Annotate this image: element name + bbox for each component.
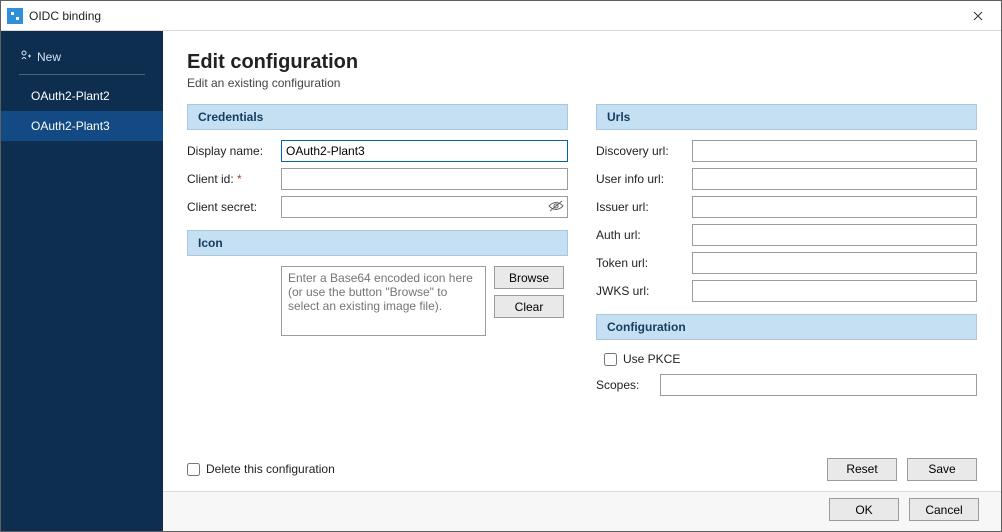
jwks-url-label: JWKS url: xyxy=(596,284,684,298)
sidebar-item-oauth2-plant3[interactable]: OAuth2-Plant3 xyxy=(1,111,163,141)
credentials-section-header: Credentials xyxy=(187,104,568,130)
window-title: OIDC binding xyxy=(29,9,955,23)
jwks-url-input[interactable] xyxy=(692,280,977,302)
new-configuration-button[interactable]: New xyxy=(1,43,163,74)
use-pkce-label: Use PKCE xyxy=(623,352,680,366)
client-secret-wrap xyxy=(281,196,568,218)
scopes-grid: Scopes: xyxy=(596,374,977,396)
scopes-input[interactable] xyxy=(660,374,977,396)
ok-button[interactable]: OK xyxy=(829,498,899,521)
userinfo-url-input[interactable] xyxy=(692,168,977,190)
display-name-label: Display name: xyxy=(187,144,273,158)
delete-config-row: Delete this configuration xyxy=(187,462,335,476)
sidebar-item-label: OAuth2-Plant3 xyxy=(31,119,110,133)
delete-config-label: Delete this configuration xyxy=(206,462,335,476)
auth-url-input[interactable] xyxy=(692,224,977,246)
left-column: Credentials Display name: Client id: * C… xyxy=(187,104,568,396)
window-body: New OAuth2-Plant2 OAuth2-Plant3 Edit con… xyxy=(1,31,1001,531)
discovery-url-input[interactable] xyxy=(692,140,977,162)
client-secret-label: Client secret: xyxy=(187,200,273,214)
clear-button[interactable]: Clear xyxy=(494,295,564,318)
scopes-label: Scopes: xyxy=(596,378,652,392)
content: Edit configuration Edit an existing conf… xyxy=(163,31,1001,455)
use-pkce-checkbox[interactable] xyxy=(604,353,617,366)
token-url-input[interactable] xyxy=(692,252,977,274)
icon-section-header: Icon xyxy=(187,230,568,256)
page-heading: Edit configuration xyxy=(187,51,977,74)
action-bar: Delete this configuration Reset Save xyxy=(163,455,1001,491)
client-id-input[interactable] xyxy=(281,168,568,190)
save-button[interactable]: Save xyxy=(907,458,977,481)
page-subtitle: Edit an existing configuration xyxy=(187,76,977,90)
use-pkce-row: Use PKCE xyxy=(596,350,977,374)
credentials-grid: Display name: Client id: * Client secret… xyxy=(187,140,568,218)
discovery-url-label: Discovery url: xyxy=(596,144,684,158)
urls-grid: Discovery url: User info url: Issuer url… xyxy=(596,140,977,302)
client-id-label: Client id: * xyxy=(187,172,273,186)
icon-row: Browse Clear xyxy=(187,266,568,336)
form-columns: Credentials Display name: Client id: * C… xyxy=(187,104,977,396)
window-close-button[interactable] xyxy=(955,1,1001,31)
reset-button[interactable]: Reset xyxy=(827,458,897,481)
right-column: Urls Discovery url: User info url: Issue… xyxy=(596,104,977,396)
dialog-window: OIDC binding New OAuth2-Plant2 OAuth2-Pl… xyxy=(0,0,1002,532)
sidebar-item-oauth2-plant2[interactable]: OAuth2-Plant2 xyxy=(1,81,163,111)
eye-slash-icon[interactable] xyxy=(548,199,564,215)
issuer-url-label: Issuer url: xyxy=(596,200,684,214)
token-url-label: Token url: xyxy=(596,256,684,270)
display-name-input[interactable] xyxy=(281,140,568,162)
app-icon xyxy=(7,8,23,24)
urls-section-header: Urls xyxy=(596,104,977,130)
sidebar-divider xyxy=(19,74,145,75)
sidebar-item-label: OAuth2-Plant2 xyxy=(31,89,110,103)
configuration-section-header: Configuration xyxy=(596,314,977,340)
userinfo-url-label: User info url: xyxy=(596,172,684,186)
sidebar: New OAuth2-Plant2 OAuth2-Plant3 xyxy=(1,31,163,531)
icon-textarea[interactable] xyxy=(281,266,486,336)
client-secret-input[interactable] xyxy=(281,196,568,218)
new-label: New xyxy=(37,50,61,64)
main-panel: Edit configuration Edit an existing conf… xyxy=(163,31,1001,531)
new-icon xyxy=(19,49,31,64)
dialog-footer: OK Cancel xyxy=(163,491,1001,531)
required-marker: * xyxy=(237,172,242,186)
delete-config-checkbox[interactable] xyxy=(187,463,200,476)
icon-buttons: Browse Clear xyxy=(494,266,568,318)
auth-url-label: Auth url: xyxy=(596,228,684,242)
issuer-url-input[interactable] xyxy=(692,196,977,218)
close-icon xyxy=(973,8,983,24)
cancel-button[interactable]: Cancel xyxy=(909,498,979,521)
browse-button[interactable]: Browse xyxy=(494,266,564,289)
title-bar: OIDC binding xyxy=(1,1,1001,31)
